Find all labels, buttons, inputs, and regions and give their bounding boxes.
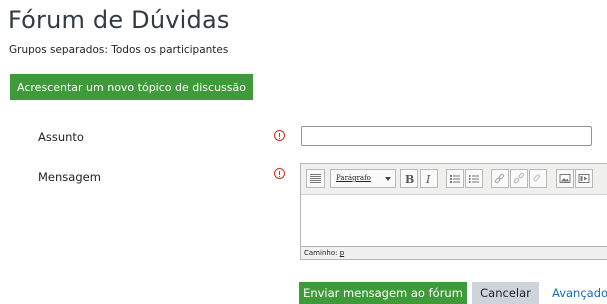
svg-text:I: I: [425, 173, 431, 186]
editor-toolbar: Parágrafo B I: [301, 164, 607, 195]
message-textarea[interactable]: [301, 195, 607, 246]
path-label: Caminho:: [304, 249, 338, 257]
toggle-toolbar-icon[interactable]: [306, 169, 325, 188]
format-select-value: Parágrafo: [336, 174, 371, 182]
editor-status-bar: Caminho: p: [301, 246, 607, 259]
media-icon[interactable]: [575, 169, 593, 188]
advanced-link[interactable]: Avançado: [552, 286, 607, 300]
message-editor[interactable]: Parágrafo B I Caminho: p: [300, 163, 607, 260]
cancel-button[interactable]: Cancelar: [472, 282, 539, 304]
chevron-down-icon: [385, 177, 391, 181]
paragraph-format-select[interactable]: Parágrafo: [330, 169, 396, 188]
group-mode-text: Grupos separados: Todos os participantes: [9, 44, 229, 56]
image-icon[interactable]: [556, 169, 574, 188]
required-icon: [274, 130, 285, 141]
subject-label: Assunto: [38, 130, 84, 144]
subject-input[interactable]: [301, 126, 592, 146]
italic-icon[interactable]: I: [420, 169, 438, 188]
link-icon[interactable]: [491, 169, 509, 188]
path-element-link[interactable]: p: [340, 249, 344, 257]
bold-icon[interactable]: B: [400, 169, 418, 188]
svg-text:B: B: [405, 173, 414, 186]
post-to-forum-button[interactable]: Enviar mensagem ao fórum: [299, 282, 467, 304]
required-icon: [274, 168, 285, 179]
anchor-icon[interactable]: [529, 169, 547, 188]
bullet-list-icon[interactable]: [446, 169, 464, 188]
numbered-list-icon[interactable]: [465, 169, 483, 188]
page-title: Fórum de Dúvidas: [8, 6, 230, 34]
message-label: Mensagem: [38, 170, 101, 184]
add-discussion-topic-button[interactable]: Acrescentar um novo tópico de discussão: [10, 74, 253, 100]
unlink-icon[interactable]: [510, 169, 528, 188]
